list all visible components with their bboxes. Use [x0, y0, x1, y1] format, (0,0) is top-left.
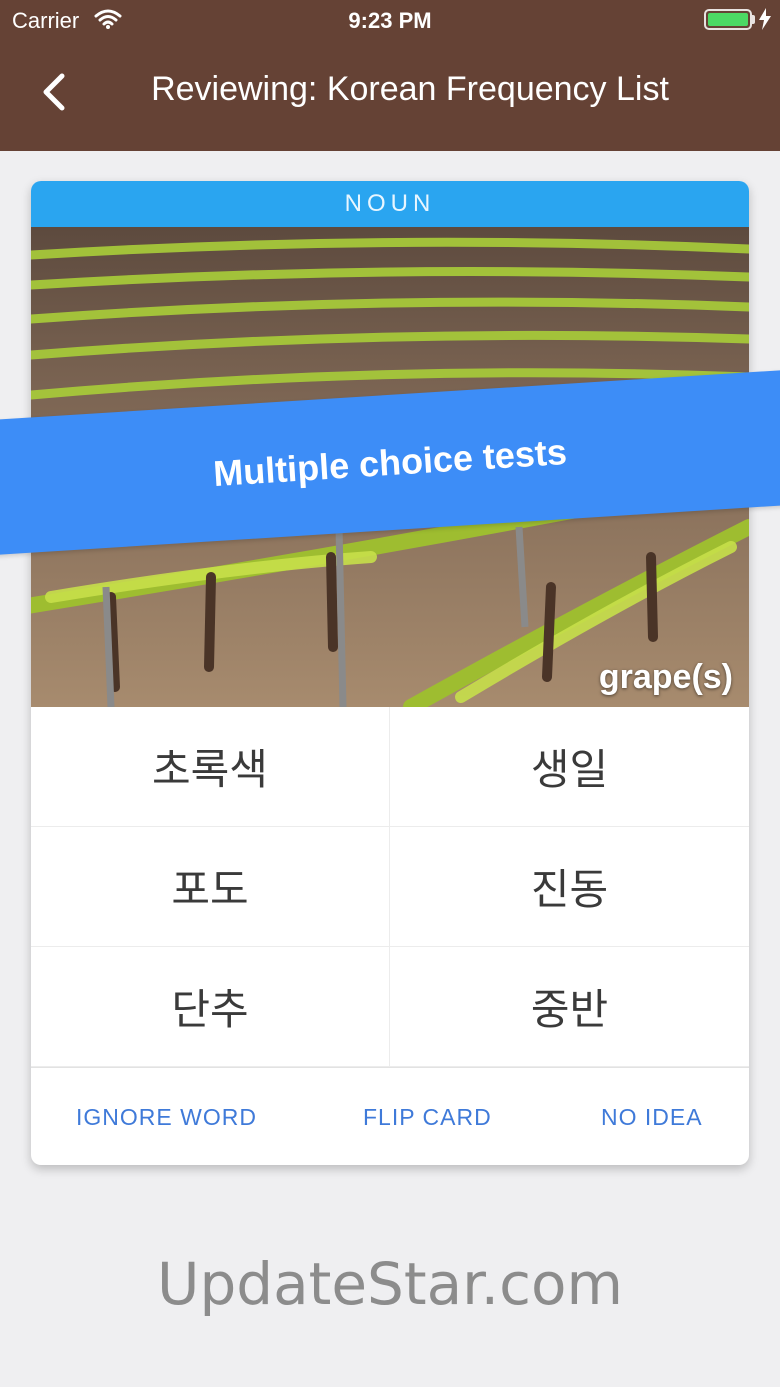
clock: 9:23 PM — [348, 8, 432, 33]
charging-bolt-icon — [759, 8, 771, 30]
nav-header: Carrier 9:23 PM Reviewing: Korean Freque… — [0, 0, 780, 151]
ignore-word-button[interactable]: IGNORE WORD — [76, 1068, 257, 1165]
image-caption: grape(s) — [598, 658, 733, 696]
answer-grid: 초록색 생일 포도 진동 단추 중반 — [31, 707, 749, 1067]
page-title: Reviewing: Korean Frequency List — [151, 70, 669, 108]
back-button[interactable] — [30, 66, 78, 118]
promo-ribbon-text: Multiple choice tests — [211, 430, 568, 494]
answer-option[interactable]: 초록색 — [31, 707, 390, 827]
answer-option[interactable]: 생일 — [390, 707, 749, 827]
flip-card-button[interactable]: FLIP CARD — [363, 1068, 492, 1165]
card-actions: IGNORE WORD FLIP CARD NO IDEA — [31, 1067, 749, 1165]
answer-option[interactable]: 단추 — [31, 947, 390, 1067]
answer-option[interactable]: 중반 — [390, 947, 749, 1067]
battery-icon — [704, 9, 752, 30]
no-idea-button[interactable]: NO IDEA — [601, 1068, 703, 1165]
answer-option[interactable]: 포도 — [31, 827, 390, 947]
app-screen: Carrier 9:23 PM Reviewing: Korean Freque… — [0, 0, 780, 1387]
battery-tip — [752, 15, 755, 24]
part-of-speech-label: NOUN — [31, 181, 749, 227]
status-bar: Carrier 9:23 PM — [0, 0, 780, 40]
watermark: UpdateStar.com — [157, 1250, 623, 1318]
answer-option[interactable]: 진동 — [390, 827, 749, 947]
chevron-left-icon — [43, 73, 65, 111]
flashcard: NOUN grape(s) 초록색 생일 포도 진동 단추 중반 IGNORE … — [31, 181, 749, 1165]
